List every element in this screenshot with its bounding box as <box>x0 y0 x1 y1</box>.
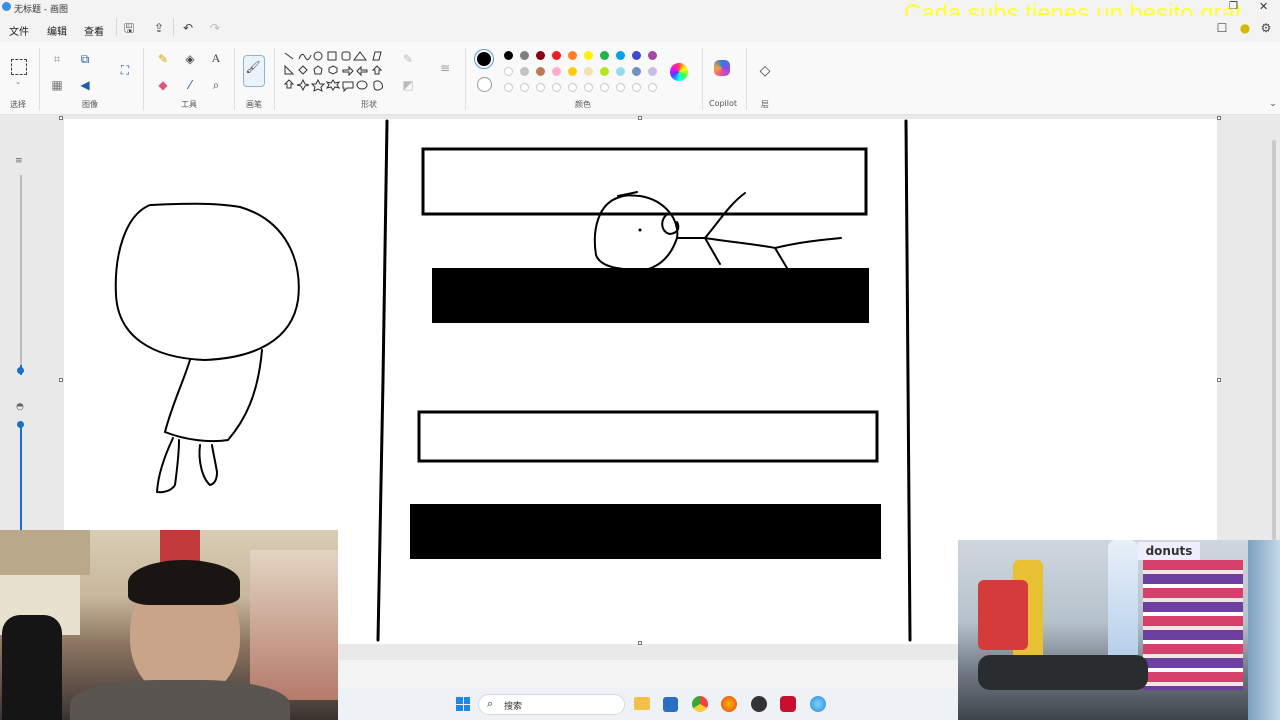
store-shelf <box>250 550 338 700</box>
figure-head-stroke <box>114 202 300 361</box>
firefox-icon[interactable] <box>721 696 737 712</box>
app-icon-red[interactable] <box>780 696 796 712</box>
vertical-scrollbar[interactable] <box>1272 140 1276 540</box>
paint-taskbar-icon[interactable] <box>810 696 826 712</box>
outline-rectangle <box>417 410 879 463</box>
keyboard-device <box>978 655 1148 690</box>
red-box <box>978 580 1028 650</box>
size-slider-thumb[interactable] <box>17 367 24 374</box>
brush-size-icon: ≡ <box>15 156 23 166</box>
stick-figure-leg-stroke <box>704 237 788 269</box>
opacity-icon: ◓ <box>16 402 24 412</box>
stick-figure-body-stroke <box>676 237 721 265</box>
opacity-slider-fill[interactable] <box>20 425 22 530</box>
gaming-chair <box>2 615 62 720</box>
frame-left-line <box>376 119 389 642</box>
webcam-feed-right: donuts <box>958 540 1280 720</box>
frame-right-line <box>904 119 912 642</box>
start-icon-tile <box>456 697 463 704</box>
search-icon: ⌕ <box>487 697 494 710</box>
opacity-slider-thumb[interactable] <box>17 421 24 428</box>
start-icon-tile <box>463 697 470 704</box>
store-sign: donuts <box>1138 542 1200 560</box>
fridge-door <box>1248 540 1280 720</box>
taskbar-search[interactable] <box>478 694 625 715</box>
stick-figure-leg-stroke <box>774 237 842 249</box>
figure-body-stroke <box>164 349 263 443</box>
size-slider-track[interactable] <box>20 175 22 375</box>
start-icon[interactable] <box>456 697 470 711</box>
figure-leg-stroke <box>156 437 180 494</box>
file-explorer-icon[interactable] <box>634 697 650 710</box>
start-icon-tile <box>463 704 470 711</box>
person-shoulders <box>70 680 290 720</box>
chrome-icon[interactable] <box>692 696 708 712</box>
outline-rectangle <box>421 147 868 216</box>
search-label: 搜索 <box>504 702 523 712</box>
wall-poster <box>0 530 90 575</box>
figure-leg-stroke <box>198 444 218 486</box>
stick-figure-eye <box>638 228 642 232</box>
filled-rectangle <box>432 268 869 323</box>
webcam-feed-left <box>0 530 338 720</box>
start-icon-tile <box>456 704 463 711</box>
obs-icon[interactable] <box>751 696 767 712</box>
filled-rectangle <box>410 504 881 559</box>
snack-shelf <box>1143 560 1243 690</box>
outlook-icon[interactable] <box>663 697 678 712</box>
person-hair <box>128 560 240 605</box>
